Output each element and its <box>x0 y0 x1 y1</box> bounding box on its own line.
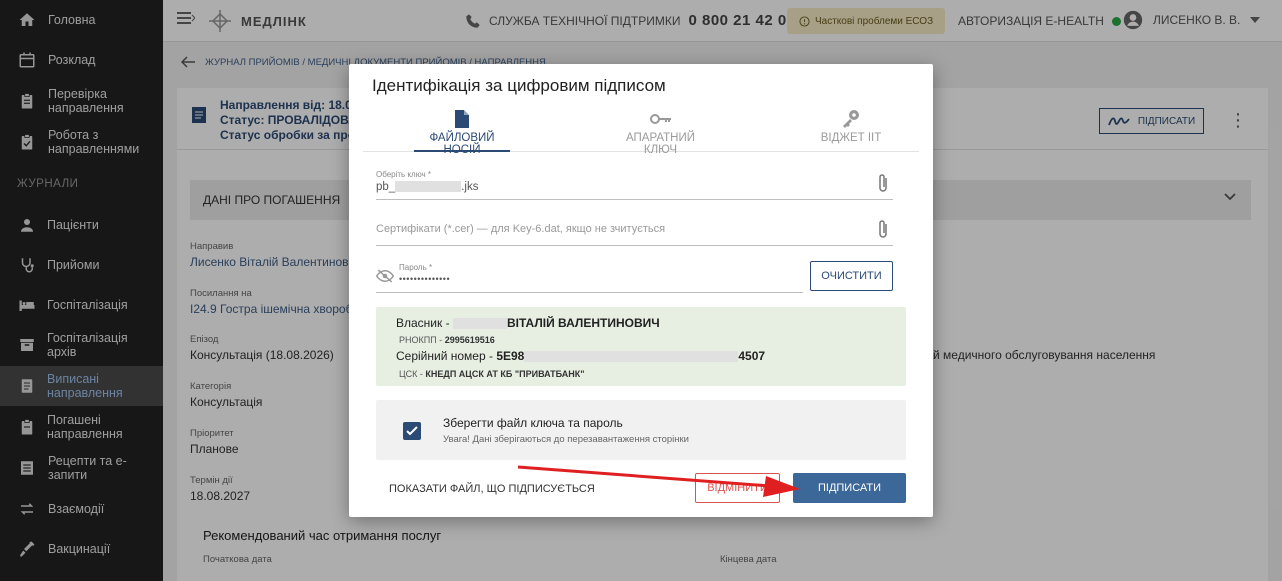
paperclip-icon[interactable] <box>877 173 889 193</box>
redacted-text <box>524 351 739 363</box>
password-label: Пароль * <box>399 263 433 272</box>
save-key-note: Увага! Дані зберігаються до перезавантаж… <box>443 434 689 445</box>
certificates-input[interactable]: Сертифікати (*.cer) — для Key-6.dat, якщ… <box>376 216 893 246</box>
digital-signature-dialog: Ідентифікація за цифровим підписом ФАЙЛО… <box>349 64 933 517</box>
serial-suffix: 4507 <box>738 349 766 363</box>
rnokpp-value: 2995619516 <box>444 335 495 345</box>
owner-value: ВІТАЛІЙ ВАЛЕНТИНОВИЧ <box>506 316 660 330</box>
key-file-prefix: pb_ <box>376 181 396 193</box>
tab-file-carrier[interactable]: ФАЙЛОВИЙ НОСІЙ <box>414 106 510 156</box>
key-file-label: Оберіть ключ * <box>376 170 432 179</box>
key-file-suffix: .jks <box>461 181 479 193</box>
tab-label: АПАРАТНИЙ КЛЮЧ <box>625 132 695 156</box>
password-value: •••••••••••••• <box>399 274 451 284</box>
save-key-checkbox[interactable] <box>403 422 421 440</box>
key-file-value: pb_ .jks <box>376 181 893 193</box>
key-type-tabs: ФАЙЛОВИЙ НОСІЙ АПАРАТНИЙ КЛЮЧ ВІДЖЕТ ІІТ <box>363 106 919 156</box>
sign-button[interactable]: ПІДПИСАТИ <box>793 473 906 503</box>
show-file-button[interactable]: ПОКАЗАТИ ФАЙЛ, ЩО ПІДПИСУЄТЬСЯ <box>389 483 595 495</box>
visibility-off-icon[interactable] <box>376 269 394 283</box>
tab-label: ФАЙЛОВИЙ НОСІЙ <box>429 132 495 156</box>
rnokpp-label: РНОКПП - <box>399 335 443 345</box>
csk-label: ЦСК - <box>399 369 423 379</box>
file-icon <box>455 110 469 128</box>
tab-label: ВІДЖЕТ ІІТ <box>820 132 882 144</box>
save-key-title: Зберегти файл ключа та пароль <box>443 416 623 430</box>
rnokpp-line: РНОКПП - 2995619516 <box>399 335 495 345</box>
redacted-text <box>452 318 507 330</box>
tab-hardware-key[interactable]: АПАРАТНИЙ КЛЮЧ <box>608 106 713 156</box>
key-widget-icon <box>843 110 859 128</box>
clear-button[interactable]: ОЧИСТИТИ <box>810 261 893 291</box>
tab-iit-widget[interactable]: ВІДЖЕТ ІІТ <box>801 106 901 152</box>
certificates-placeholder: Сертифікати (*.cer) — для Key-6.dat, якщ… <box>376 223 666 235</box>
paperclip-icon[interactable] <box>877 219 889 239</box>
csk-value: КНЕДП АЦСК АТ КБ "ПРИВАТБАНК" <box>425 369 585 379</box>
serial-prefix: 5E98 <box>496 349 525 363</box>
check-icon <box>406 426 418 436</box>
key-owner-info: Власник - ВІТАЛІЙ ВАЛЕНТИНОВИЧ РНОКПП - … <box>376 307 906 386</box>
csk-line: ЦСК - КНЕДП АЦСК АТ КБ "ПРИВАТБАНК" <box>399 369 585 379</box>
owner-label: Власник - <box>396 316 450 330</box>
key-icon <box>649 114 671 124</box>
password-field[interactable]: Пароль * •••••••••••••• <box>376 263 803 293</box>
serial-label: Серійний номер - <box>396 349 493 363</box>
serial-line: Серійний номер - 5E98 4507 <box>396 349 765 363</box>
owner-line: Власник - ВІТАЛІЙ ВАЛЕНТИНОВИЧ <box>396 316 660 330</box>
key-file-input[interactable]: Оберіть ключ * pb_ .jks <box>376 170 893 200</box>
save-key-option: Зберегти файл ключа та пароль Увага! Дан… <box>376 400 906 460</box>
cancel-button[interactable]: ВІДМІНИТИ <box>695 473 780 503</box>
redacted-text <box>395 181 462 193</box>
dialog-title: Ідентифікація за цифровим підписом <box>372 76 666 95</box>
